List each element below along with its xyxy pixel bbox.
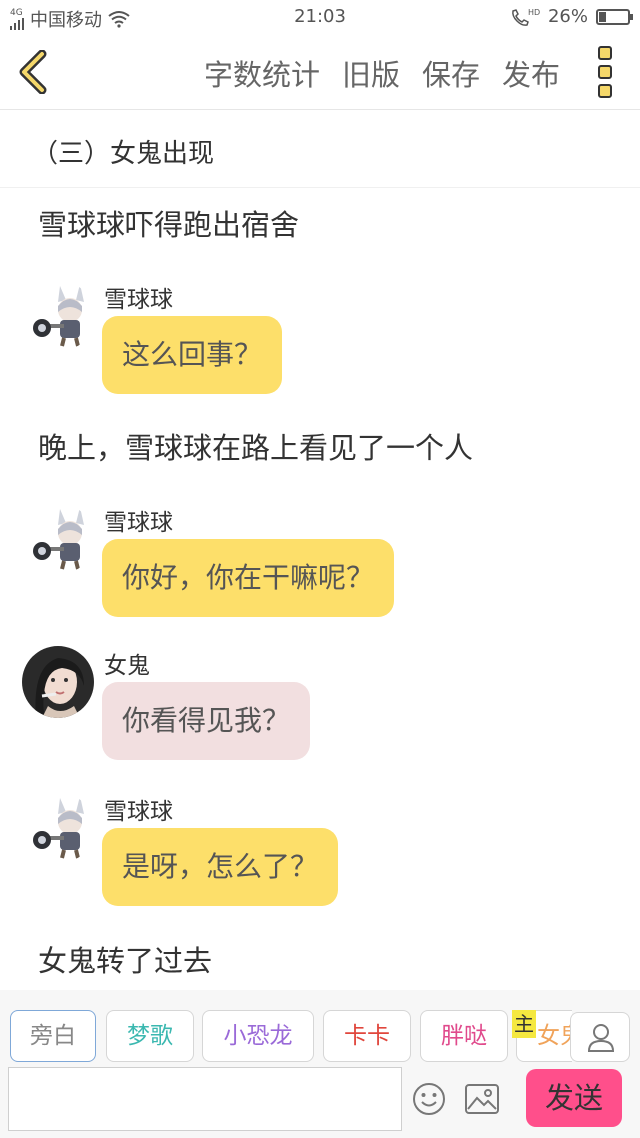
person-icon (587, 1024, 615, 1052)
chat-message[interactable]: 雪球球 这么回事？ (22, 280, 622, 410)
save-button[interactable]: 保存 (422, 52, 480, 94)
more-dot (598, 65, 612, 79)
chevron-left-icon[interactable] (14, 50, 54, 94)
chat-message[interactable]: 女鬼 你看得见我？ (22, 646, 622, 776)
toolbar-actions: 字数统计 旧版 保存 发布 (204, 52, 560, 94)
narration-line[interactable]: 女鬼转了过去 (38, 938, 212, 980)
more-dot (598, 84, 612, 98)
chat-message[interactable]: 雪球球 你好，你在干嘛呢？ (22, 503, 622, 633)
message-bubble[interactable]: 你好，你在干嘛呢？ (102, 539, 395, 617)
character-chip-kaka[interactable]: 卡卡 (323, 1010, 411, 1062)
host-tag: 主 (512, 1010, 536, 1038)
sender-name: 女鬼 (104, 653, 150, 679)
hd-label: HD (528, 8, 540, 17)
more-dot (598, 46, 612, 60)
battery-percent: 26% (547, 6, 588, 27)
battery-level (599, 11, 607, 22)
narration-line[interactable]: 雪球球吓得跑出宿舍 (38, 202, 299, 244)
character-chip-scroll[interactable]: 旁白 梦歌 小恐龙 卡卡 胖哒 女鬼 主 (0, 990, 572, 1065)
word-count-button[interactable]: 字数统计 (204, 52, 320, 94)
message-bubble[interactable]: 这么回事？ (102, 316, 283, 394)
publish-button[interactable]: 发布 (502, 52, 560, 94)
status-right: HD 26% (510, 6, 633, 27)
message-bubble[interactable]: 你看得见我？ (102, 682, 311, 760)
input-bar: 发送 (0, 1065, 640, 1138)
character-chip-xiaokonglong[interactable]: 小恐龙 (202, 1010, 314, 1062)
old-version-button[interactable]: 旧版 (342, 52, 400, 94)
character-chip-narrator[interactable]: 旁白 (10, 1010, 96, 1062)
chat-message[interactable]: 雪球球 是呀，怎么了？ (22, 792, 622, 922)
character-selector: 旁白 梦歌 小恐龙 卡卡 胖哒 女鬼 主 (0, 990, 640, 1065)
emoji-icon[interactable] (412, 1082, 446, 1116)
battery-icon (596, 8, 633, 25)
chapter-title[interactable]: （三）女鬼出现 (32, 133, 214, 170)
avatar (22, 280, 94, 352)
avatar (22, 646, 94, 718)
message-input[interactable] (8, 1067, 402, 1131)
divider (0, 187, 640, 188)
message-bubble[interactable]: 是呀，怎么了？ (102, 828, 339, 906)
top-toolbar: 字数统计 旧版 保存 发布 (0, 34, 640, 110)
hd-call-icon: HD (512, 8, 540, 26)
more-icon[interactable] (598, 46, 614, 98)
image-icon[interactable] (464, 1083, 500, 1115)
sender-name: 雪球球 (104, 510, 173, 536)
status-bar: 4G 中国移动 21:03 HD 26% (0, 0, 640, 34)
sender-name: 雪球球 (104, 287, 173, 313)
sender-name: 雪球球 (104, 799, 173, 825)
user-icon[interactable] (570, 1012, 630, 1062)
narration-line[interactable]: 晚上，雪球球在路上看见了一个人 (38, 425, 473, 467)
character-chip-mengge[interactable]: 梦歌 (106, 1010, 194, 1062)
character-chip-pangda[interactable]: 胖哒 (420, 1010, 508, 1062)
send-button[interactable]: 发送 (526, 1069, 622, 1127)
avatar (22, 503, 94, 575)
avatar (22, 792, 94, 864)
